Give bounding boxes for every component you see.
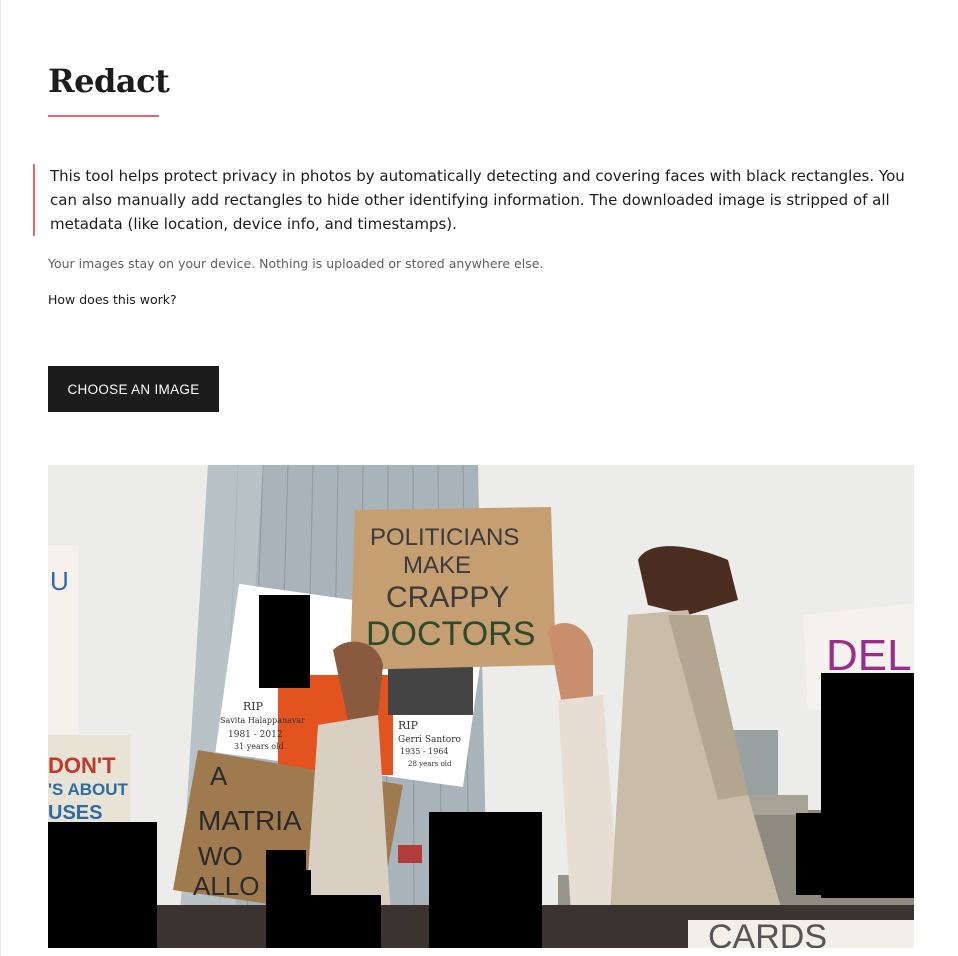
left-sign-line2: 'S ABOUT bbox=[48, 780, 129, 799]
photo-canvas: U DON'T 'S ABOUT USES RIP Savita Halappa… bbox=[48, 465, 914, 948]
right-sign-text: DELET bbox=[826, 631, 914, 680]
matriarch-line3: WO bbox=[198, 841, 243, 871]
intro-paragraph: This tool helps protect privacy in photo… bbox=[33, 164, 913, 236]
left-sign-line1: DON'T bbox=[48, 753, 116, 778]
bottom-sign-text: CARDS bbox=[708, 918, 827, 948]
left-sign-line3: USES bbox=[48, 802, 102, 824]
memorial-right-years: 1935 - 1964 bbox=[400, 747, 449, 756]
sign-line2: MAKE bbox=[403, 552, 471, 579]
sign-line4: DOCTORS bbox=[366, 615, 535, 653]
redaction-rect-5[interactable] bbox=[429, 812, 542, 948]
redaction-rect-8[interactable] bbox=[306, 895, 381, 948]
matriarch-line2: MATRIA bbox=[198, 805, 302, 836]
memorial-left-age: 31 years old bbox=[234, 742, 284, 751]
redaction-rect-1[interactable] bbox=[259, 595, 310, 688]
redacted-photo[interactable]: U DON'T 'S ABOUT USES RIP Savita Halappa… bbox=[48, 465, 914, 948]
how-does-this-work-link[interactable]: How does this work? bbox=[48, 292, 177, 307]
memorial-left-years: 1981 - 2012 bbox=[228, 730, 283, 740]
memorial-right-name: Gerri Santoro bbox=[398, 735, 461, 745]
svg-text:U: U bbox=[50, 566, 69, 596]
redact-page: Redact This tool helps protect privacy i… bbox=[0, 0, 958, 956]
title-underline bbox=[48, 115, 159, 117]
memorial-left-name: Savita Halappanavar bbox=[220, 716, 305, 725]
redaction-rect-4[interactable] bbox=[48, 822, 157, 948]
memorial-left-rip: RIP bbox=[243, 700, 264, 713]
matriarch-line4: ALLO bbox=[193, 871, 260, 901]
privacy-note: Your images stay on your device. Nothing… bbox=[48, 256, 544, 271]
choose-image-button[interactable]: CHOOSE AN IMAGE bbox=[48, 366, 219, 412]
page-title: Redact bbox=[48, 62, 170, 100]
matriarch-line1: A bbox=[210, 761, 228, 791]
sign-line3: CRAPPY bbox=[386, 581, 509, 614]
sign-line1: POLITICIANS bbox=[370, 524, 519, 551]
memorial-right-rip: RIP bbox=[398, 719, 419, 732]
redaction-rect-3[interactable] bbox=[796, 813, 836, 895]
memorial-right-age: 28 years old bbox=[408, 760, 452, 768]
